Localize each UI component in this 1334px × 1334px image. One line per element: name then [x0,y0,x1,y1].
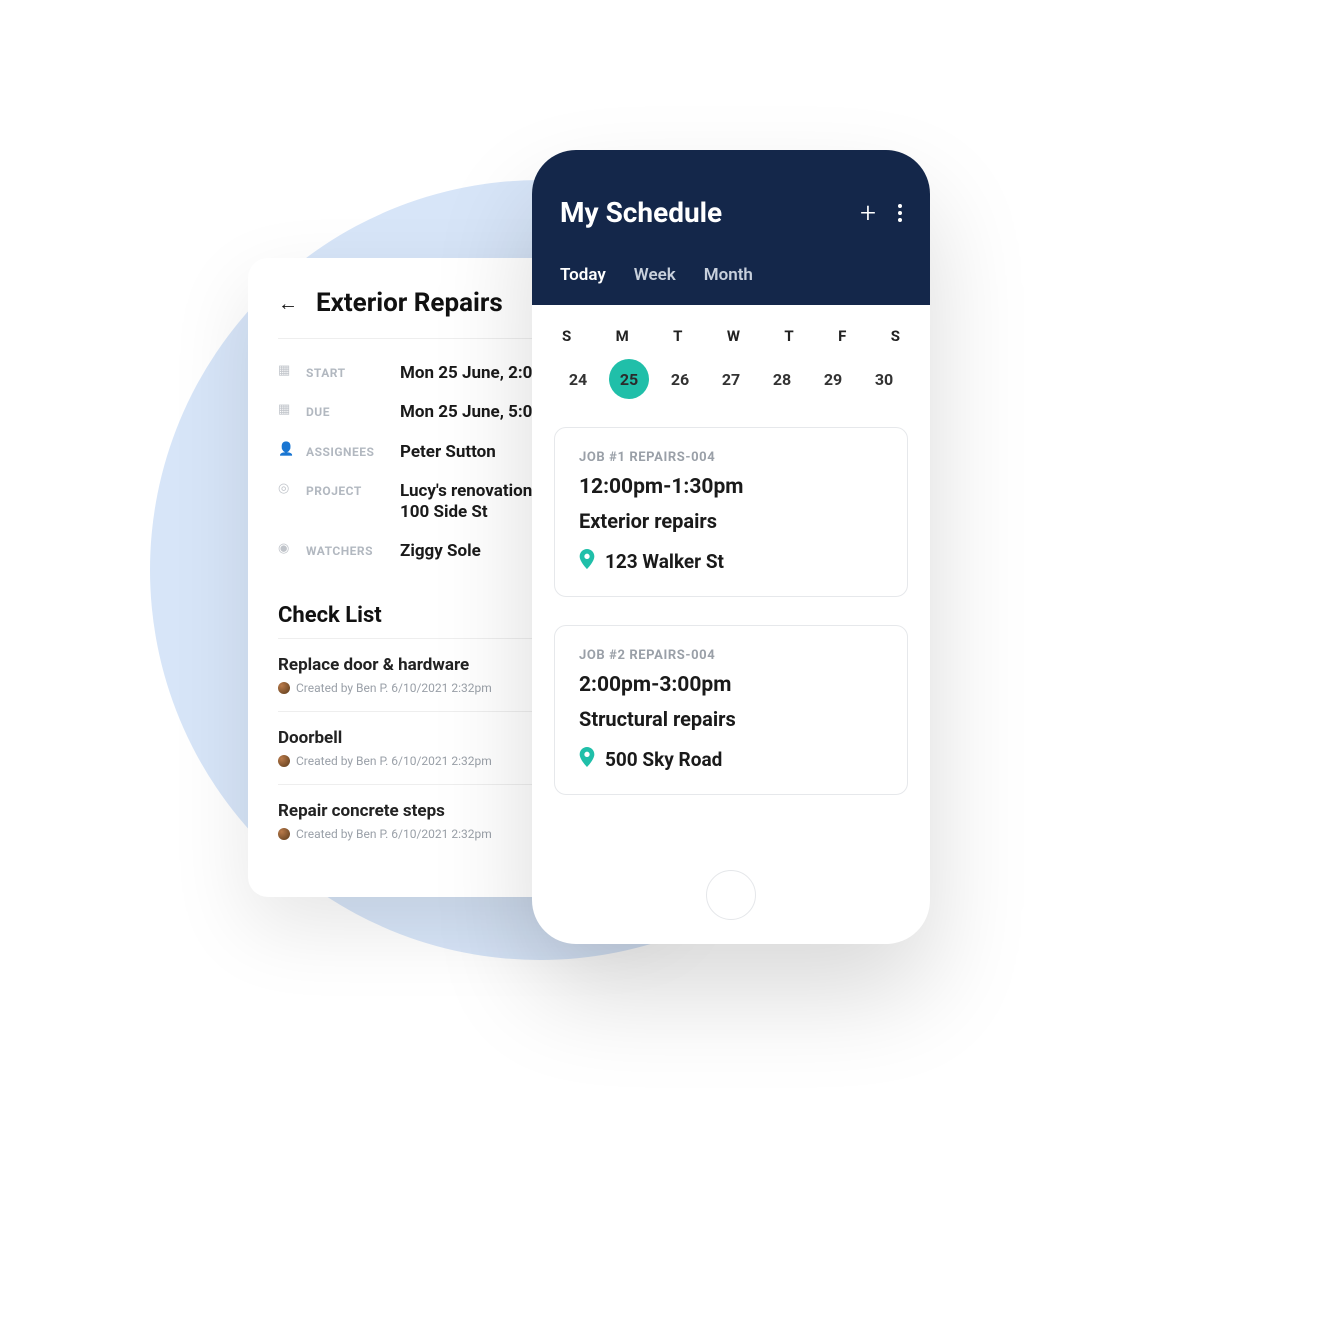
person-icon: 👤 [278,442,292,458]
dow: T [784,327,793,345]
checklist-item-title: Repair concrete steps [278,801,492,821]
task-title: Exterior Repairs [316,288,503,318]
phone-frame: My Schedule + Today Week Month S M T W T… [532,150,930,944]
day-cell[interactable]: 28 [762,359,802,399]
avatar-icon [278,828,290,840]
checklist-item-meta: Created by Ben P. 6/10/2021 2:32pm [296,754,492,768]
job-card[interactable]: JOB #1 REPAIRS-004 12:00pm-1:30pm Exteri… [554,427,908,597]
tab-month[interactable]: Month [704,265,753,285]
day-cell[interactable]: 26 [660,359,700,399]
location-pin-icon [579,549,595,574]
dow: T [673,327,682,345]
job-name: Exterior repairs [579,509,883,533]
home-button[interactable] [706,870,756,920]
more-icon[interactable] [898,204,902,222]
avatar-icon [278,755,290,767]
dow: S [562,327,571,345]
pin-icon: ◎ [278,481,292,497]
meta-label: WATCHERS [306,541,386,559]
checklist-item-title: Doorbell [278,728,492,748]
dow: S [891,327,900,345]
week-dates: 24 25 26 27 28 29 30 [554,359,908,399]
job-time: 2:00pm-3:00pm [579,673,883,697]
job-time: 12:00pm-1:30pm [579,475,883,499]
checklist-item-title: Replace door & hardware [278,655,492,675]
meta-label: DUE [306,402,386,420]
job-label: JOB #2 REPAIRS-004 [579,648,883,663]
location-pin-icon [579,747,595,772]
dow: M [616,327,629,345]
schedule-title: My Schedule [560,196,722,229]
job-location: 500 Sky Road [605,748,722,771]
tab-week[interactable]: Week [634,265,676,285]
meta-label: ASSIGNEES [306,442,386,460]
view-tabs: Today Week Month [560,265,902,285]
add-icon[interactable]: + [860,199,876,227]
meta-value: Ziggy Sole [400,541,481,562]
day-cell[interactable]: 24 [558,359,598,399]
day-cell[interactable]: 27 [711,359,751,399]
avatar-icon [278,682,290,694]
week-day-header: S M T W T F S [554,327,908,345]
job-label: JOB #1 REPAIRS-004 [579,450,883,465]
calendar-icon: ▦ [278,363,292,379]
day-cell[interactable]: 30 [864,359,904,399]
meta-value: Peter Sutton [400,442,496,463]
day-cell[interactable]: 29 [813,359,853,399]
meta-value: Lucy's renovation 100 Side St [400,481,532,524]
dow: F [838,327,846,345]
job-location: 123 Walker St [605,550,724,573]
meta-label: START [306,363,386,381]
day-cell-selected[interactable]: 25 [609,359,649,399]
job-name: Structural repairs [579,707,883,731]
calendar-icon: ▦ [278,402,292,418]
meta-label: PROJECT [306,481,386,499]
job-card[interactable]: JOB #2 REPAIRS-004 2:00pm-3:00pm Structu… [554,625,908,795]
eye-icon: ◉ [278,541,292,557]
tab-today[interactable]: Today [560,265,606,285]
checklist-item-meta: Created by Ben P. 6/10/2021 2:32pm [296,681,492,695]
dow: W [727,327,740,345]
schedule-header: My Schedule + Today Week Month [532,150,930,305]
checklist-item-meta: Created by Ben P. 6/10/2021 2:32pm [296,827,492,841]
back-arrow-icon[interactable]: ← [278,291,298,316]
